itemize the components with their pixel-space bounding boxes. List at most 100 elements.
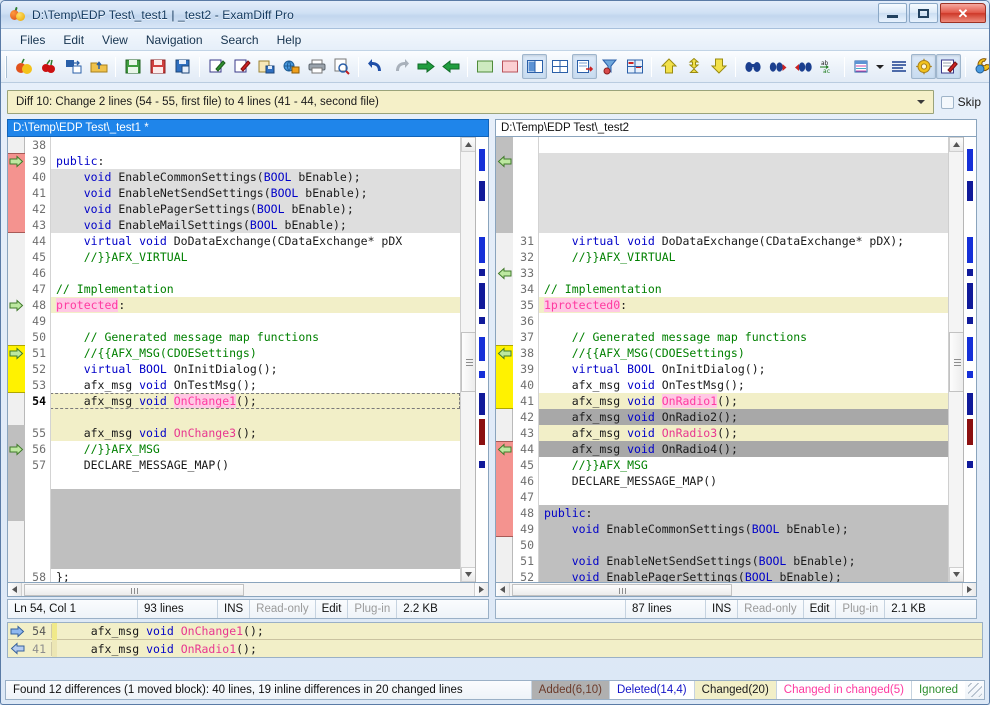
goto-diff-arrow-icon[interactable] (9, 155, 24, 168)
find-previous-icon[interactable] (790, 54, 815, 79)
code-line[interactable]: 38 //{{AFX_MSG(CDOESettings) (513, 345, 948, 361)
goto-diff-arrow-icon[interactable] (9, 443, 24, 456)
goto-diff-arrow-icon[interactable] (9, 299, 24, 312)
left-vertical-scrollbar[interactable] (460, 137, 475, 582)
code-line[interactable]: 31 virtual void DoDataExchange(CDataExch… (513, 233, 948, 249)
chevron-down-icon[interactable] (914, 92, 929, 112)
code-line[interactable] (25, 409, 460, 425)
legend-chip[interactable]: Added(6,10) (531, 681, 609, 699)
code-line[interactable]: 50 // Generated message map functions (25, 329, 460, 345)
copy-left-icon[interactable] (438, 54, 463, 79)
right-hscroll-thumb[interactable] (512, 584, 732, 596)
legend-chip[interactable]: Ignored (911, 681, 965, 699)
save-left-icon[interactable] (120, 54, 145, 79)
code-line[interactable]: 46 (25, 265, 460, 281)
right-vertical-scrollbar[interactable] (948, 137, 963, 582)
resize-grip-icon[interactable] (968, 683, 982, 697)
right-change-marker-bar[interactable] (496, 137, 513, 582)
code-line[interactable]: 39public: (25, 153, 460, 169)
code-line[interactable]: 42 afx_msg void OnRadio2(); (513, 409, 948, 425)
compare-directories-icon[interactable] (61, 54, 86, 79)
code-line[interactable] (25, 537, 460, 553)
code-line[interactable]: 45 //}}AFX_MSG (513, 457, 948, 473)
print-icon[interactable] (304, 54, 329, 79)
code-line[interactable]: 55 afx_msg void OnChange3(); (25, 425, 460, 441)
minimize-button[interactable] (878, 3, 907, 23)
compare-again-icon[interactable] (36, 54, 61, 79)
diff-map-icon[interactable] (622, 54, 647, 79)
scroll-right-icon[interactable] (474, 583, 488, 596)
code-line[interactable]: 43 void EnableMailSettings(BOOL bEnable)… (25, 217, 460, 233)
left-code-area[interactable]: 38 39public:40 void EnableCommonSettings… (25, 137, 460, 582)
code-line[interactable] (513, 185, 948, 201)
chevron-down-icon[interactable] (874, 54, 886, 79)
code-line[interactable] (25, 505, 460, 521)
edit-left-icon[interactable] (204, 54, 229, 79)
code-line[interactable]: 39 virtual BOOL OnInitDialog(); (513, 361, 948, 377)
inline-compare-row[interactable]: 41 afx_msg void OnRadio1(); (8, 640, 982, 657)
code-line[interactable] (513, 217, 948, 233)
maximize-button[interactable] (909, 3, 938, 23)
compare-files-icon[interactable] (11, 54, 36, 79)
right-edit-indicator[interactable]: Edit (804, 600, 837, 618)
legend-chip[interactable]: Deleted(14,4) (609, 681, 694, 699)
code-line[interactable]: 32 //}}AFX_VIRTUAL (513, 249, 948, 265)
line-numbers-icon[interactable] (849, 54, 874, 79)
scroll-right-icon[interactable] (962, 583, 976, 596)
right-readonly-indicator[interactable]: Read-only (738, 600, 803, 618)
code-line[interactable]: 56 //}}AFX_MSG (25, 441, 460, 457)
code-line[interactable]: 44 virtual void DoDataExchange(CDataExch… (25, 233, 460, 249)
left-hscroll-thumb[interactable] (24, 584, 244, 596)
undo-icon[interactable] (363, 54, 388, 79)
right-diff-map[interactable] (963, 137, 976, 582)
code-line[interactable]: 49 (25, 313, 460, 329)
right-horizontal-scrollbar[interactable] (495, 583, 977, 597)
left-diff-map[interactable] (475, 137, 488, 582)
code-line[interactable]: 33 (513, 265, 948, 281)
inline-comparison-panel[interactable]: 54 afx_msg void OnChange1();41 afx_msg v… (7, 622, 983, 658)
code-line[interactable]: 47 (513, 489, 948, 505)
settings-icon[interactable] (970, 54, 990, 79)
find-next-icon[interactable] (765, 54, 790, 79)
right-plugin-indicator[interactable]: Plug-in (836, 600, 885, 618)
code-line[interactable]: 51 void EnableNetSendSettings(BOOL bEnab… (513, 553, 948, 569)
code-line[interactable]: 52 void EnablePagerSettings(BOOL bEnable… (513, 569, 948, 582)
skip-checkbox[interactable] (941, 96, 954, 109)
goto-diff-arrow-icon[interactable] (497, 267, 512, 280)
menu-item-view[interactable]: View (93, 31, 137, 49)
code-line[interactable]: 57 DECLARE_MESSAGE_MAP() (25, 457, 460, 473)
toolbar-grip[interactable] (5, 56, 7, 78)
print-preview-icon[interactable] (329, 54, 354, 79)
right-insert-mode[interactable]: INS (706, 600, 738, 618)
legend-chip[interactable]: Changed in changed(5) (776, 681, 911, 699)
view-left-file-icon[interactable] (472, 54, 497, 79)
sync-scroll-icon[interactable] (572, 54, 597, 79)
scroll-up-icon[interactable] (949, 137, 964, 152)
left-horizontal-scrollbar[interactable] (7, 583, 489, 597)
code-line[interactable]: 45 //}}AFX_VIRTUAL (25, 249, 460, 265)
code-line[interactable] (513, 153, 948, 169)
menu-item-search[interactable]: Search (212, 31, 268, 49)
side-by-side-view-icon[interactable] (522, 54, 547, 79)
code-line[interactable]: 40 void EnableCommonSettings(BOOL bEnabl… (25, 169, 460, 185)
code-line[interactable] (513, 137, 948, 153)
goto-diff-arrow-icon[interactable] (497, 155, 512, 168)
left-readonly-indicator[interactable]: Read-only (250, 600, 315, 618)
scroll-left-icon[interactable] (496, 583, 510, 596)
code-line[interactable]: 36 (513, 313, 948, 329)
code-line[interactable]: 53 afx_msg void OnTestMsg(); (25, 377, 460, 393)
code-line[interactable]: 54 afx_msg void OnChange1(); (25, 393, 460, 409)
code-line[interactable]: 47// Implementation (25, 281, 460, 297)
left-pane-path[interactable]: D:\Temp\EDP Test\_test1 * (7, 119, 489, 137)
scroll-down-icon[interactable] (949, 567, 964, 582)
open-folder-icon[interactable] (86, 54, 111, 79)
save-as-icon[interactable] (170, 54, 195, 79)
code-line[interactable] (513, 169, 948, 185)
save-html-report-icon[interactable] (279, 54, 304, 79)
code-line[interactable]: 50 (513, 537, 948, 553)
code-line[interactable]: 40 afx_msg void OnTestMsg(); (513, 377, 948, 393)
code-line[interactable]: 58}; (25, 569, 460, 582)
scroll-left-icon[interactable] (8, 583, 22, 596)
replace-icon[interactable]: abac (815, 54, 840, 79)
scroll-up-icon[interactable] (461, 137, 476, 152)
